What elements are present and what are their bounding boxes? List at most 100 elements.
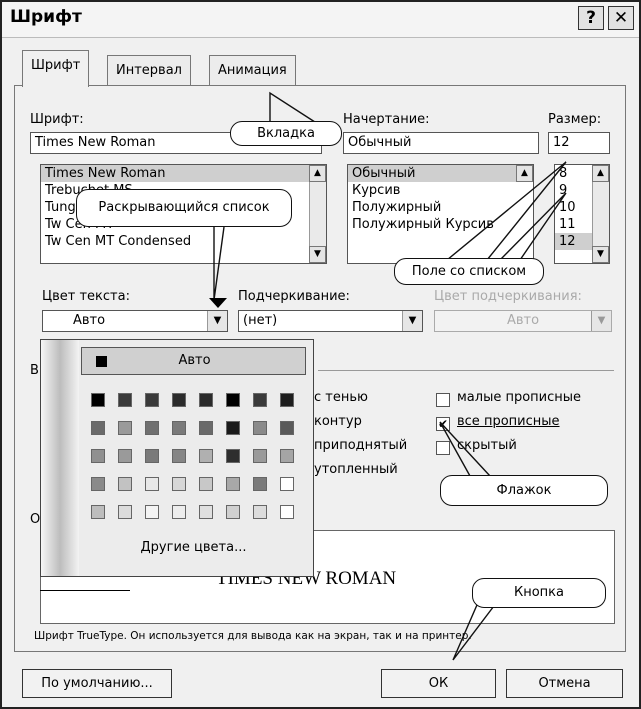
color-swatch[interactable]	[145, 393, 159, 407]
color-swatch[interactable]	[253, 477, 267, 491]
scroll-up-icon[interactable]: ▲	[309, 165, 326, 182]
style-input[interactable]: Обычный	[343, 132, 539, 154]
color-swatch[interactable]	[118, 449, 132, 463]
auto-color-button[interactable]: Авто	[81, 347, 306, 375]
size-list[interactable]: 8 9 10 11 12 ▲ ▼	[554, 164, 610, 264]
color-swatch[interactable]	[118, 505, 132, 519]
color-swatch[interactable]	[91, 477, 105, 491]
color-swatch[interactable]	[226, 421, 240, 435]
color-swatch[interactable]	[226, 449, 240, 463]
color-swatch[interactable]	[280, 393, 294, 407]
truetype-note: Шрифт TrueType. Он используется для выво…	[34, 630, 472, 642]
color-swatch[interactable]	[199, 505, 213, 519]
color-swatch[interactable]	[280, 505, 294, 519]
color-swatch[interactable]	[91, 505, 105, 519]
color-swatch[interactable]	[280, 477, 294, 491]
tab-font[interactable]: Шрифт	[22, 50, 90, 87]
effects-group-label: В	[30, 363, 39, 378]
color-swatch[interactable]	[145, 449, 159, 463]
color-swatch[interactable]	[253, 421, 267, 435]
color-swatch[interactable]	[91, 393, 105, 407]
color-swatch[interactable]	[172, 393, 186, 407]
close-button[interactable]: ✕	[608, 6, 634, 30]
ok-button[interactable]: ОК	[381, 669, 496, 698]
chevron-down-icon[interactable]: ▼	[591, 311, 611, 331]
callout-checkbox: Флажок	[440, 475, 608, 506]
underline-label: Подчеркивание:	[238, 289, 350, 304]
color-swatch[interactable]	[118, 421, 132, 435]
more-colors-button[interactable]: Другие цвета...	[81, 540, 306, 555]
style-list-item[interactable]: Курсив	[348, 182, 533, 199]
scroll-down-icon[interactable]: ▼	[592, 246, 609, 263]
chevron-down-icon[interactable]: ▼	[402, 311, 422, 331]
color-swatch[interactable]	[172, 449, 186, 463]
color-swatch[interactable]	[172, 421, 186, 435]
all-caps-label: все прописные	[457, 414, 560, 429]
color-swatch[interactable]	[145, 505, 159, 519]
color-swatch[interactable]	[172, 505, 186, 519]
effect-engrave[interactable]: утопленный	[314, 462, 398, 477]
auto-color-label: Авто	[178, 353, 211, 368]
scroll-up-icon[interactable]: ▲	[592, 165, 609, 182]
color-swatch[interactable]	[145, 477, 159, 491]
effects-divider	[318, 370, 614, 371]
chevron-down-icon[interactable]: ▼	[207, 311, 227, 331]
color-swatch[interactable]	[226, 393, 240, 407]
size-label: Размер:	[548, 112, 602, 127]
cancel-button[interactable]: Отмена	[506, 669, 623, 698]
underline-color-dropdown[interactable]: Авто ▼	[434, 310, 612, 332]
palette-gradient-bar	[41, 340, 79, 576]
color-label: Цвет текста:	[42, 289, 130, 304]
color-swatch[interactable]	[199, 421, 213, 435]
color-swatch[interactable]	[145, 421, 159, 435]
color-swatch[interactable]	[91, 449, 105, 463]
color-swatch[interactable]	[226, 477, 240, 491]
style-label: Начертание:	[343, 112, 430, 127]
underline-color-value: Авто	[506, 313, 540, 328]
font-label: Шрифт:	[30, 112, 84, 127]
scroll-down-icon[interactable]: ▼	[309, 246, 326, 263]
color-swatch[interactable]	[199, 449, 213, 463]
effect-outline[interactable]: контур	[314, 414, 362, 429]
preview-baseline	[40, 590, 130, 591]
color-swatch[interactable]	[91, 421, 105, 435]
style-list-item[interactable]: Полужирный Курсив	[348, 216, 533, 233]
style-list-item[interactable]: Полужирный	[348, 199, 533, 216]
hidden-label: скрытый	[457, 438, 517, 453]
tab-spacing[interactable]: Интервал	[107, 55, 191, 86]
scroll-up-icon[interactable]: ▲	[516, 165, 533, 182]
color-dropdown[interactable]: Авто ▼	[42, 310, 228, 332]
small-caps-checkbox[interactable]	[436, 393, 450, 407]
size-input[interactable]: 12	[548, 132, 610, 154]
color-swatch[interactable]	[199, 393, 213, 407]
default-button[interactable]: По умолчанию...	[22, 669, 172, 698]
color-swatch[interactable]	[280, 421, 294, 435]
color-swatch[interactable]	[118, 477, 132, 491]
color-swatch[interactable]	[280, 449, 294, 463]
color-swatch[interactable]	[253, 449, 267, 463]
color-swatch[interactable]	[226, 505, 240, 519]
font-list-item[interactable]: Tw Cen MT Condensed	[41, 233, 326, 250]
color-palette: Авто Другие цвета...	[40, 339, 314, 577]
style-list[interactable]: Обычный Курсив Полужирный Полужирный Кур…	[347, 164, 534, 264]
effect-emboss[interactable]: приподнятый	[314, 438, 407, 453]
window-title: Шрифт	[10, 7, 82, 27]
help-button[interactable]: ?	[578, 6, 604, 30]
tab-animation[interactable]: Анимация	[209, 55, 296, 86]
hidden-checkbox[interactable]	[436, 441, 450, 455]
color-swatch[interactable]	[253, 393, 267, 407]
color-swatch[interactable]	[253, 505, 267, 519]
color-value: Авто	[73, 313, 106, 328]
underline-value: (нет)	[243, 313, 278, 328]
underline-dropdown[interactable]: (нет) ▼	[238, 310, 423, 332]
style-list-item[interactable]: Обычный	[348, 165, 533, 182]
color-swatch[interactable]	[199, 477, 213, 491]
callout-combobox: Поле со списком	[394, 258, 544, 285]
callout-dropdown: Раскрывающийся список	[76, 189, 292, 227]
font-list-item[interactable]: Times New Roman	[41, 165, 326, 182]
preview-group-label: О	[30, 512, 41, 527]
color-swatch[interactable]	[118, 393, 132, 407]
effect-shadow[interactable]: с тенью	[314, 390, 368, 405]
color-swatch[interactable]	[172, 477, 186, 491]
all-caps-checkbox[interactable]: ✔	[436, 417, 450, 431]
